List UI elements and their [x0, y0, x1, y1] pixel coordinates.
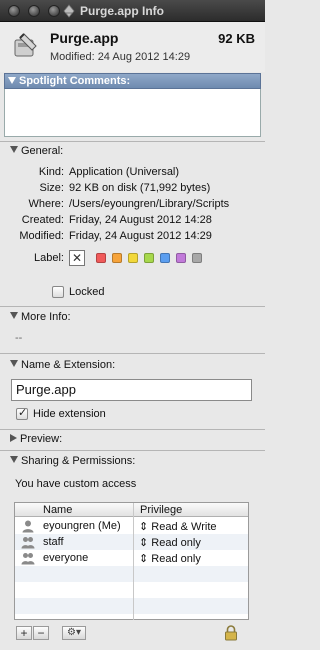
- kind-value: Application (Universal): [69, 166, 180, 178]
- script-app-icon: [14, 33, 37, 57]
- permissions-table: Name Privilege eyoungren (Me) ⇕ Read & W…: [14, 502, 249, 620]
- updown-arrows-icon: ⇕: [139, 537, 149, 549]
- sharing-section-header[interactable]: Sharing & Permissions:: [10, 455, 135, 467]
- created-key: Created:: [21, 214, 64, 226]
- label-gray-swatch[interactable]: [192, 253, 202, 263]
- file-name: Purge.app: [50, 30, 119, 46]
- file-modified: Modified: 24 Aug 2012 14:29: [50, 51, 191, 63]
- chevron-down-icon: ▾: [75, 627, 81, 638]
- more-info-section-header[interactable]: More Info:: [10, 311, 71, 323]
- created-value: Friday, 24 August 2012 14:28: [69, 214, 212, 226]
- privilege-popup[interactable]: ⇕ Read only: [139, 536, 201, 549]
- preview-section-header[interactable]: Preview:: [10, 433, 62, 445]
- privilege-value: Read & Write: [151, 521, 217, 533]
- hide-extension-label: Hide extension: [33, 408, 106, 420]
- window-title: Purge.app Info: [80, 4, 164, 18]
- label-blue-swatch[interactable]: [160, 253, 170, 263]
- file-name-input[interactable]: Purge.app: [11, 379, 252, 401]
- privilege-value: Read only: [151, 537, 201, 549]
- privilege-popup[interactable]: ⇕ Read & Write: [139, 520, 217, 533]
- label-orange-swatch[interactable]: [112, 253, 122, 263]
- hide-extension-checkbox[interactable]: [16, 406, 28, 420]
- table-row-empty: [15, 582, 248, 598]
- size-key: Size:: [39, 182, 64, 194]
- general-label: General:: [21, 145, 64, 157]
- label-purple-swatch[interactable]: [176, 253, 186, 263]
- title-bar: Purge.app Info: [0, 0, 265, 22]
- group-icon: [21, 537, 35, 549]
- table-row-empty: [15, 566, 248, 582]
- size-value: 92 KB on disk (71,992 bytes): [69, 182, 211, 194]
- updown-arrows-icon: ⇕: [139, 521, 149, 533]
- file-size: 92 KB: [218, 31, 255, 46]
- locked-label: Locked: [69, 286, 105, 298]
- where-value: /Users/eyoungren/Library/Scripts: [69, 198, 230, 210]
- lock-icon[interactable]: [224, 625, 238, 641]
- close-button[interactable]: [8, 5, 20, 17]
- spotlight-comments-field[interactable]: [4, 89, 261, 137]
- table-row[interactable]: eyoungren (Me) ⇕ Read & Write: [15, 518, 248, 534]
- app-proxy-icon[interactable]: [62, 4, 76, 18]
- general-section-header[interactable]: General:: [10, 145, 63, 157]
- sharing-label: Sharing & Permissions:: [21, 455, 136, 467]
- disclosure-triangle-icon: [10, 434, 17, 442]
- user-name: eyoungren (Me): [43, 520, 121, 532]
- privilege-popup[interactable]: ⇕ Read only: [139, 552, 201, 565]
- label-key: Label:: [34, 252, 64, 264]
- spotlight-comments-label: Spotlight Comments:: [19, 75, 131, 87]
- divider: [0, 450, 265, 451]
- spotlight-comments-header[interactable]: Spotlight Comments:: [4, 73, 261, 89]
- privilege-value: Read only: [151, 553, 201, 565]
- file-header: Purge.app 92 KB Modified: 24 Aug 2012 14…: [0, 22, 265, 72]
- table-row[interactable]: staff ⇕ Read only: [15, 534, 248, 550]
- access-status: You have custom access: [15, 478, 137, 490]
- column-header-name[interactable]: Name: [15, 503, 133, 517]
- where-key: Where:: [28, 198, 64, 210]
- divider: [0, 353, 265, 354]
- kind-key: Kind:: [38, 166, 64, 178]
- disclosure-triangle-icon: [10, 360, 18, 367]
- updown-arrows-icon: ⇕: [139, 553, 149, 565]
- add-user-button[interactable]: +: [16, 626, 32, 640]
- zoom-button[interactable]: [48, 5, 60, 17]
- action-menu-button[interactable]: ⚙▾: [62, 626, 86, 640]
- group-icon: [21, 553, 35, 565]
- group-name: everyone: [43, 552, 89, 564]
- gear-icon: ⚙: [67, 627, 76, 638]
- label-none-button[interactable]: ✕: [69, 250, 85, 266]
- label-green-swatch[interactable]: [144, 253, 154, 263]
- divider: [0, 306, 265, 307]
- name-extension-section-header[interactable]: Name & Extension:: [10, 359, 115, 371]
- more-info-label: More Info:: [21, 311, 71, 323]
- divider: [0, 141, 265, 142]
- disclosure-triangle-icon: [8, 77, 16, 84]
- name-extension-label: Name & Extension:: [21, 359, 116, 371]
- divider: [0, 429, 265, 430]
- disclosure-triangle-icon: [10, 146, 18, 153]
- locked-checkbox[interactable]: [52, 286, 64, 298]
- disclosure-triangle-icon: [10, 456, 18, 463]
- column-header-privilege[interactable]: Privilege: [133, 503, 248, 517]
- column-separator: [133, 503, 134, 620]
- group-name: staff: [43, 536, 64, 548]
- label-yellow-swatch[interactable]: [128, 253, 138, 263]
- table-row[interactable]: everyone ⇕ Read only: [15, 550, 248, 566]
- more-info-value: --: [15, 332, 23, 344]
- remove-user-button[interactable]: −: [33, 626, 49, 640]
- label-red-swatch[interactable]: [96, 253, 106, 263]
- table-row-empty: [15, 598, 248, 614]
- disclosure-triangle-icon: [10, 312, 18, 319]
- user-icon: [22, 520, 34, 533]
- modified-key: Modified:: [19, 230, 64, 242]
- preview-label: Preview:: [20, 433, 63, 445]
- modified-value: Friday, 24 August 2012 14:29: [69, 230, 212, 242]
- minimize-button[interactable]: [28, 5, 40, 17]
